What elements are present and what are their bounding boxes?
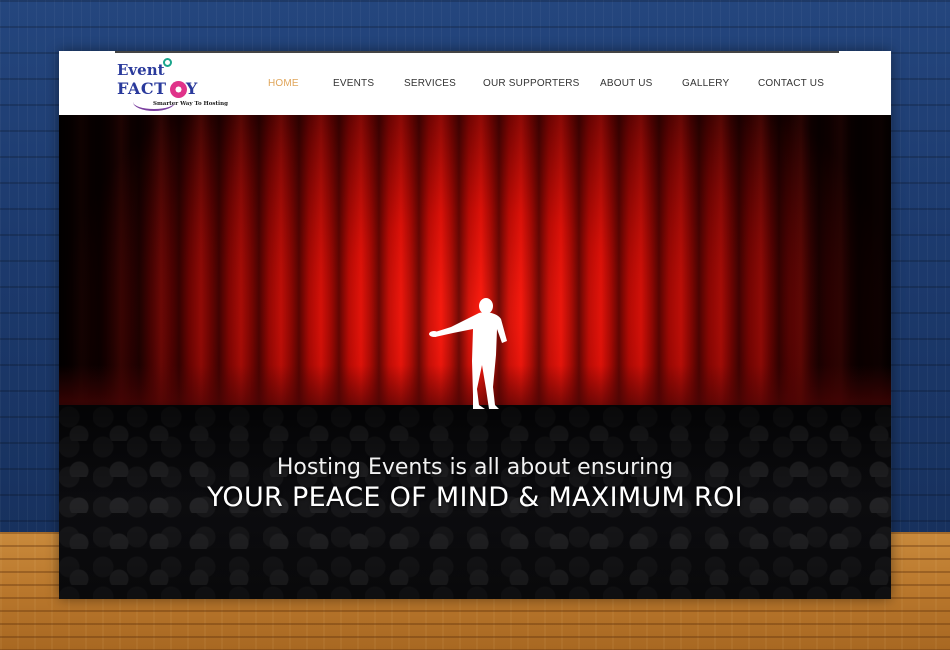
nav-about-us[interactable]: ABOUT US [600, 78, 653, 89]
logo-tagline: Smarter Way To Hosting [153, 101, 228, 107]
nav-contact-us[interactable]: CONTACT US [758, 78, 824, 89]
site-logo[interactable]: Event FACT RY Smarter Way To Hosting [115, 57, 228, 111]
hero-subheading: Hosting Events is all about ensuring [276, 455, 674, 480]
nav-our-supporters[interactable]: OUR SUPPORTERS [483, 78, 580, 89]
logo-ring-icon [163, 58, 172, 67]
site-header: Event FACT RY Smarter Way To Hosting HOM… [59, 51, 891, 115]
nav-home[interactable]: HOME [268, 78, 299, 89]
logo-word-event: Event [117, 61, 165, 79]
hero-heading: YOUR PEACE OF MIND & MAXIMUM ROI [207, 482, 743, 513]
website-frame: Event FACT RY Smarter Way To Hosting HOM… [59, 51, 891, 599]
nav-gallery[interactable]: GALLERY [682, 78, 729, 89]
hero-banner: Hosting Events is all about ensuring YOU… [59, 115, 891, 599]
hero-text: Hosting Events is all about ensuring YOU… [59, 455, 891, 513]
nav-services[interactable]: SERVICES [404, 78, 456, 89]
performer-silhouette-icon [429, 298, 507, 409]
main-nav: HOME EVENTS SERVICES OUR SUPPORTERS ABOU… [249, 51, 849, 115]
nav-events[interactable]: EVENTS [333, 78, 374, 89]
